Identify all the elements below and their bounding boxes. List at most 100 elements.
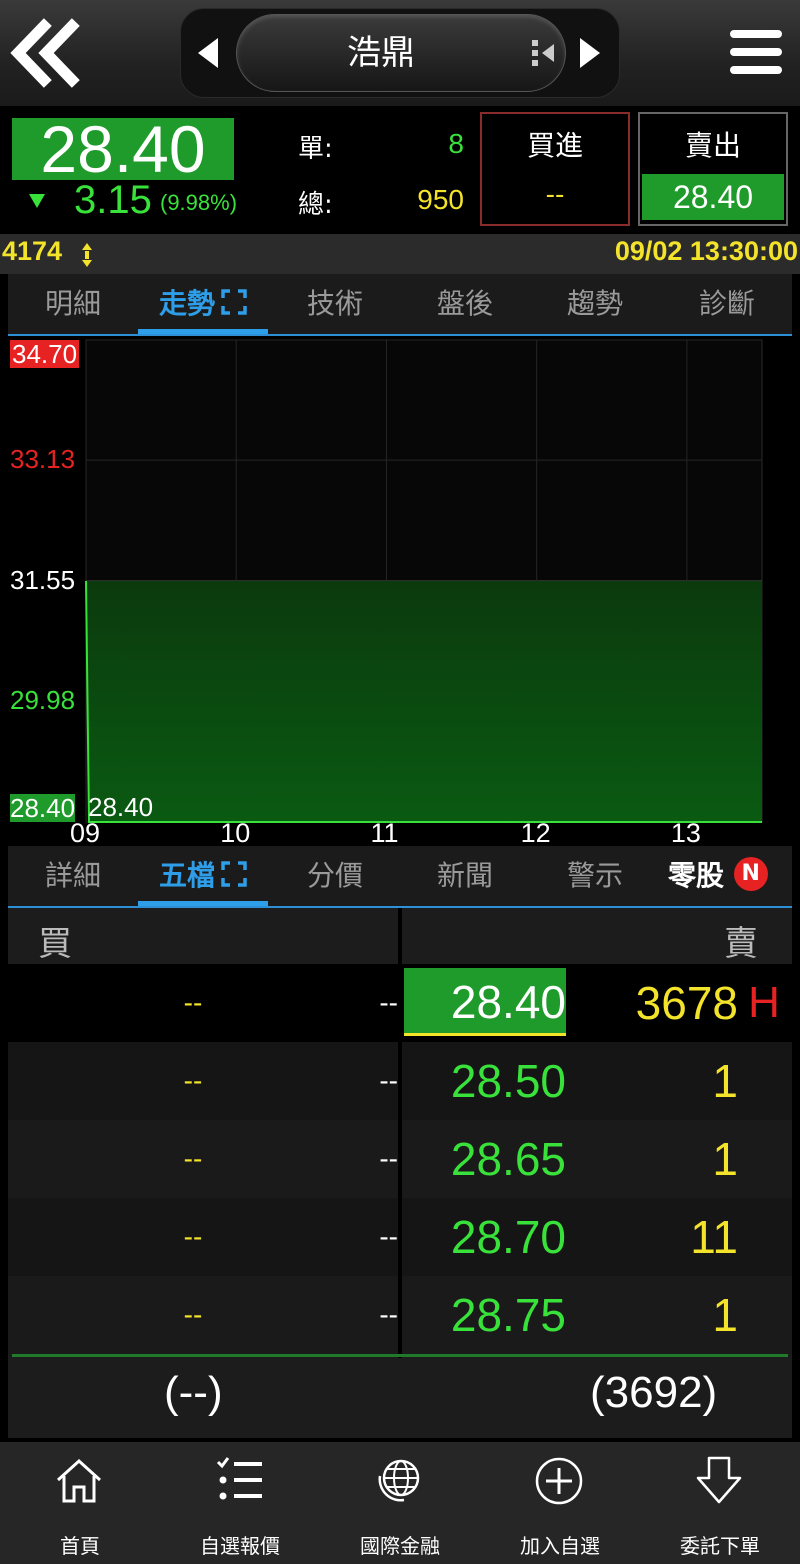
nav-label: 加入自選	[520, 1534, 600, 1558]
buy-button[interactable]: 買進 --	[480, 112, 630, 226]
nav-label: 首頁	[60, 1534, 100, 1558]
nav-label: 國際金融	[360, 1534, 440, 1558]
tab-label: 詳細	[44, 859, 101, 892]
x-tick-label: 11	[370, 818, 399, 848]
add-circle-icon	[535, 1457, 583, 1505]
quote-datetime: 09/02 13:30:00	[614, 236, 798, 266]
list-icon	[216, 1457, 262, 1500]
y-tick-label: 31.55	[10, 565, 76, 595]
switch-icon[interactable]	[530, 38, 556, 68]
ask-qty: 1	[712, 1133, 738, 1185]
nav-place-order[interactable]: 委託下單	[640, 1442, 800, 1564]
x-tick-label: 12	[520, 818, 551, 848]
buy-label: 買進	[526, 129, 583, 162]
caret-left-icon[interactable]	[196, 36, 220, 70]
down-triangle-icon	[29, 194, 45, 208]
price-change: 3.15	[74, 178, 152, 222]
quote-panel: 28.40 3.15 (9.98%) 單: 8 總: 950 買進 -- 賣出 …	[0, 106, 800, 234]
main-tab-bar: 明細 走勢 技術 盤後 趨勢 診斷	[8, 274, 792, 336]
tab-details[interactable]: 詳細	[8, 846, 138, 906]
y-tick-label: 34.70	[10, 339, 80, 369]
tab-news[interactable]: 新聞	[400, 846, 530, 906]
nav-international[interactable]: 國際金融	[320, 1442, 480, 1564]
x-tick-label: 13	[670, 818, 701, 848]
ask-qty: 11	[690, 1211, 738, 1263]
nav-label: 自選報價	[200, 1534, 280, 1558]
double-chevron-left-icon[interactable]	[8, 18, 80, 88]
bid-qty: --	[183, 987, 203, 1018]
nav-add-watchlist[interactable]: 加入自選	[480, 1442, 640, 1564]
y-tick-label: 28.40	[10, 793, 76, 823]
nav-watchlist[interactable]: 自選報價	[160, 1442, 320, 1564]
y-tick-label: 29.98	[10, 685, 76, 716]
single-volume-value: 8	[448, 128, 464, 159]
tab-after-hours[interactable]: 盤後	[400, 274, 530, 334]
buy-price: --	[545, 180, 565, 210]
bid-total: (--)	[164, 1368, 223, 1417]
sub-tab-bar: 詳細 五檔 分價 新聞 警示 零股 N	[8, 846, 792, 908]
bid-qty: --	[183, 1299, 203, 1330]
chart-canvas	[85, 339, 763, 823]
ask-header-label: 賣	[724, 924, 758, 964]
info-bar: 4174 09/02 13:30:00	[0, 234, 800, 274]
ask-qty: 1	[712, 1289, 738, 1341]
home-icon	[56, 1458, 102, 1503]
stock-code: 4174	[2, 236, 63, 266]
order-book: 買 賣 -- -- 3678 H 28.40 -- -- 28.50 1 -- …	[8, 908, 792, 1438]
tab-trend[interactable]: 走勢	[138, 274, 268, 334]
bid-price: --	[379, 1065, 398, 1096]
ask-price: 28.70	[450, 1211, 566, 1263]
tab-detail[interactable]: 明細	[8, 274, 138, 334]
bid-header-label: 買	[38, 924, 72, 964]
expand-icon[interactable]	[221, 861, 247, 887]
sell-button[interactable]: 賣出 28.40	[638, 112, 788, 226]
bid-header: 買	[8, 908, 398, 964]
hamburger-menu-icon[interactable]	[726, 22, 786, 82]
total-volume-value: 950	[417, 184, 464, 215]
top-header: 浩鼎	[0, 0, 800, 106]
ask-price[interactable]: 28.40	[404, 968, 566, 1036]
tab-technical[interactable]: 技術	[270, 274, 400, 334]
intraday-chart[interactable]: 34.70 33.13 31.55 29.98 28.40 28.40 09 10 11 12 1…	[8, 336, 792, 850]
updown-arrow-icon	[82, 243, 92, 267]
tab-diagnosis[interactable]: 診斷	[662, 274, 792, 334]
bid-price: --	[379, 1299, 398, 1330]
nav-home[interactable]: 首頁	[0, 1442, 160, 1564]
new-badge: N	[733, 857, 768, 891]
x-tick-label: 09	[70, 818, 101, 848]
sell-price: 28.40	[642, 174, 784, 220]
ask-price: 28.50	[450, 1055, 566, 1107]
single-volume-label: 單:	[298, 134, 333, 164]
ask-price: 28.75	[450, 1289, 566, 1341]
price-change-pct: (9.98%)	[160, 190, 238, 215]
tab-label: 盤後	[436, 287, 493, 320]
bid-qty: --	[183, 1065, 203, 1096]
nav-label: 委託下單	[680, 1534, 760, 1558]
tab-alerts[interactable]: 警示	[530, 846, 660, 906]
tab-label: 技術	[306, 287, 363, 320]
tab-label: 診斷	[698, 287, 755, 320]
tab-odd-lot[interactable]: 零股 N	[668, 846, 798, 906]
last-price: 28.40	[12, 116, 234, 182]
y-tick-label: 33.13	[10, 444, 76, 475]
ask-qty: 1	[712, 1055, 738, 1107]
bottom-nav: 首頁 自選報價 國際金融 加入自選 委託下單	[0, 1442, 800, 1564]
tab-label: 明細	[44, 287, 101, 320]
tab-price-volume[interactable]: 分價	[270, 846, 400, 906]
x-tick-label: 10	[220, 818, 251, 848]
tab-five-levels[interactable]: 五檔	[138, 846, 268, 906]
expand-icon[interactable]	[221, 289, 247, 315]
bid-price: --	[379, 987, 398, 1018]
bid-price: --	[379, 1221, 398, 1252]
sell-label: 賣出	[684, 129, 741, 162]
active-tab-indicator	[138, 901, 268, 906]
tab-label: 新聞	[436, 859, 493, 892]
total-volume-label: 總:	[298, 190, 333, 220]
caret-right-icon[interactable]	[578, 36, 602, 70]
tab-tendency[interactable]: 趨勢	[530, 274, 660, 334]
bid-qty: --	[183, 1143, 203, 1174]
active-tab-indicator	[138, 329, 268, 334]
ask-qty: 3678	[635, 977, 738, 1029]
tab-label: 警示	[566, 859, 623, 892]
bid-qty: --	[183, 1221, 203, 1252]
